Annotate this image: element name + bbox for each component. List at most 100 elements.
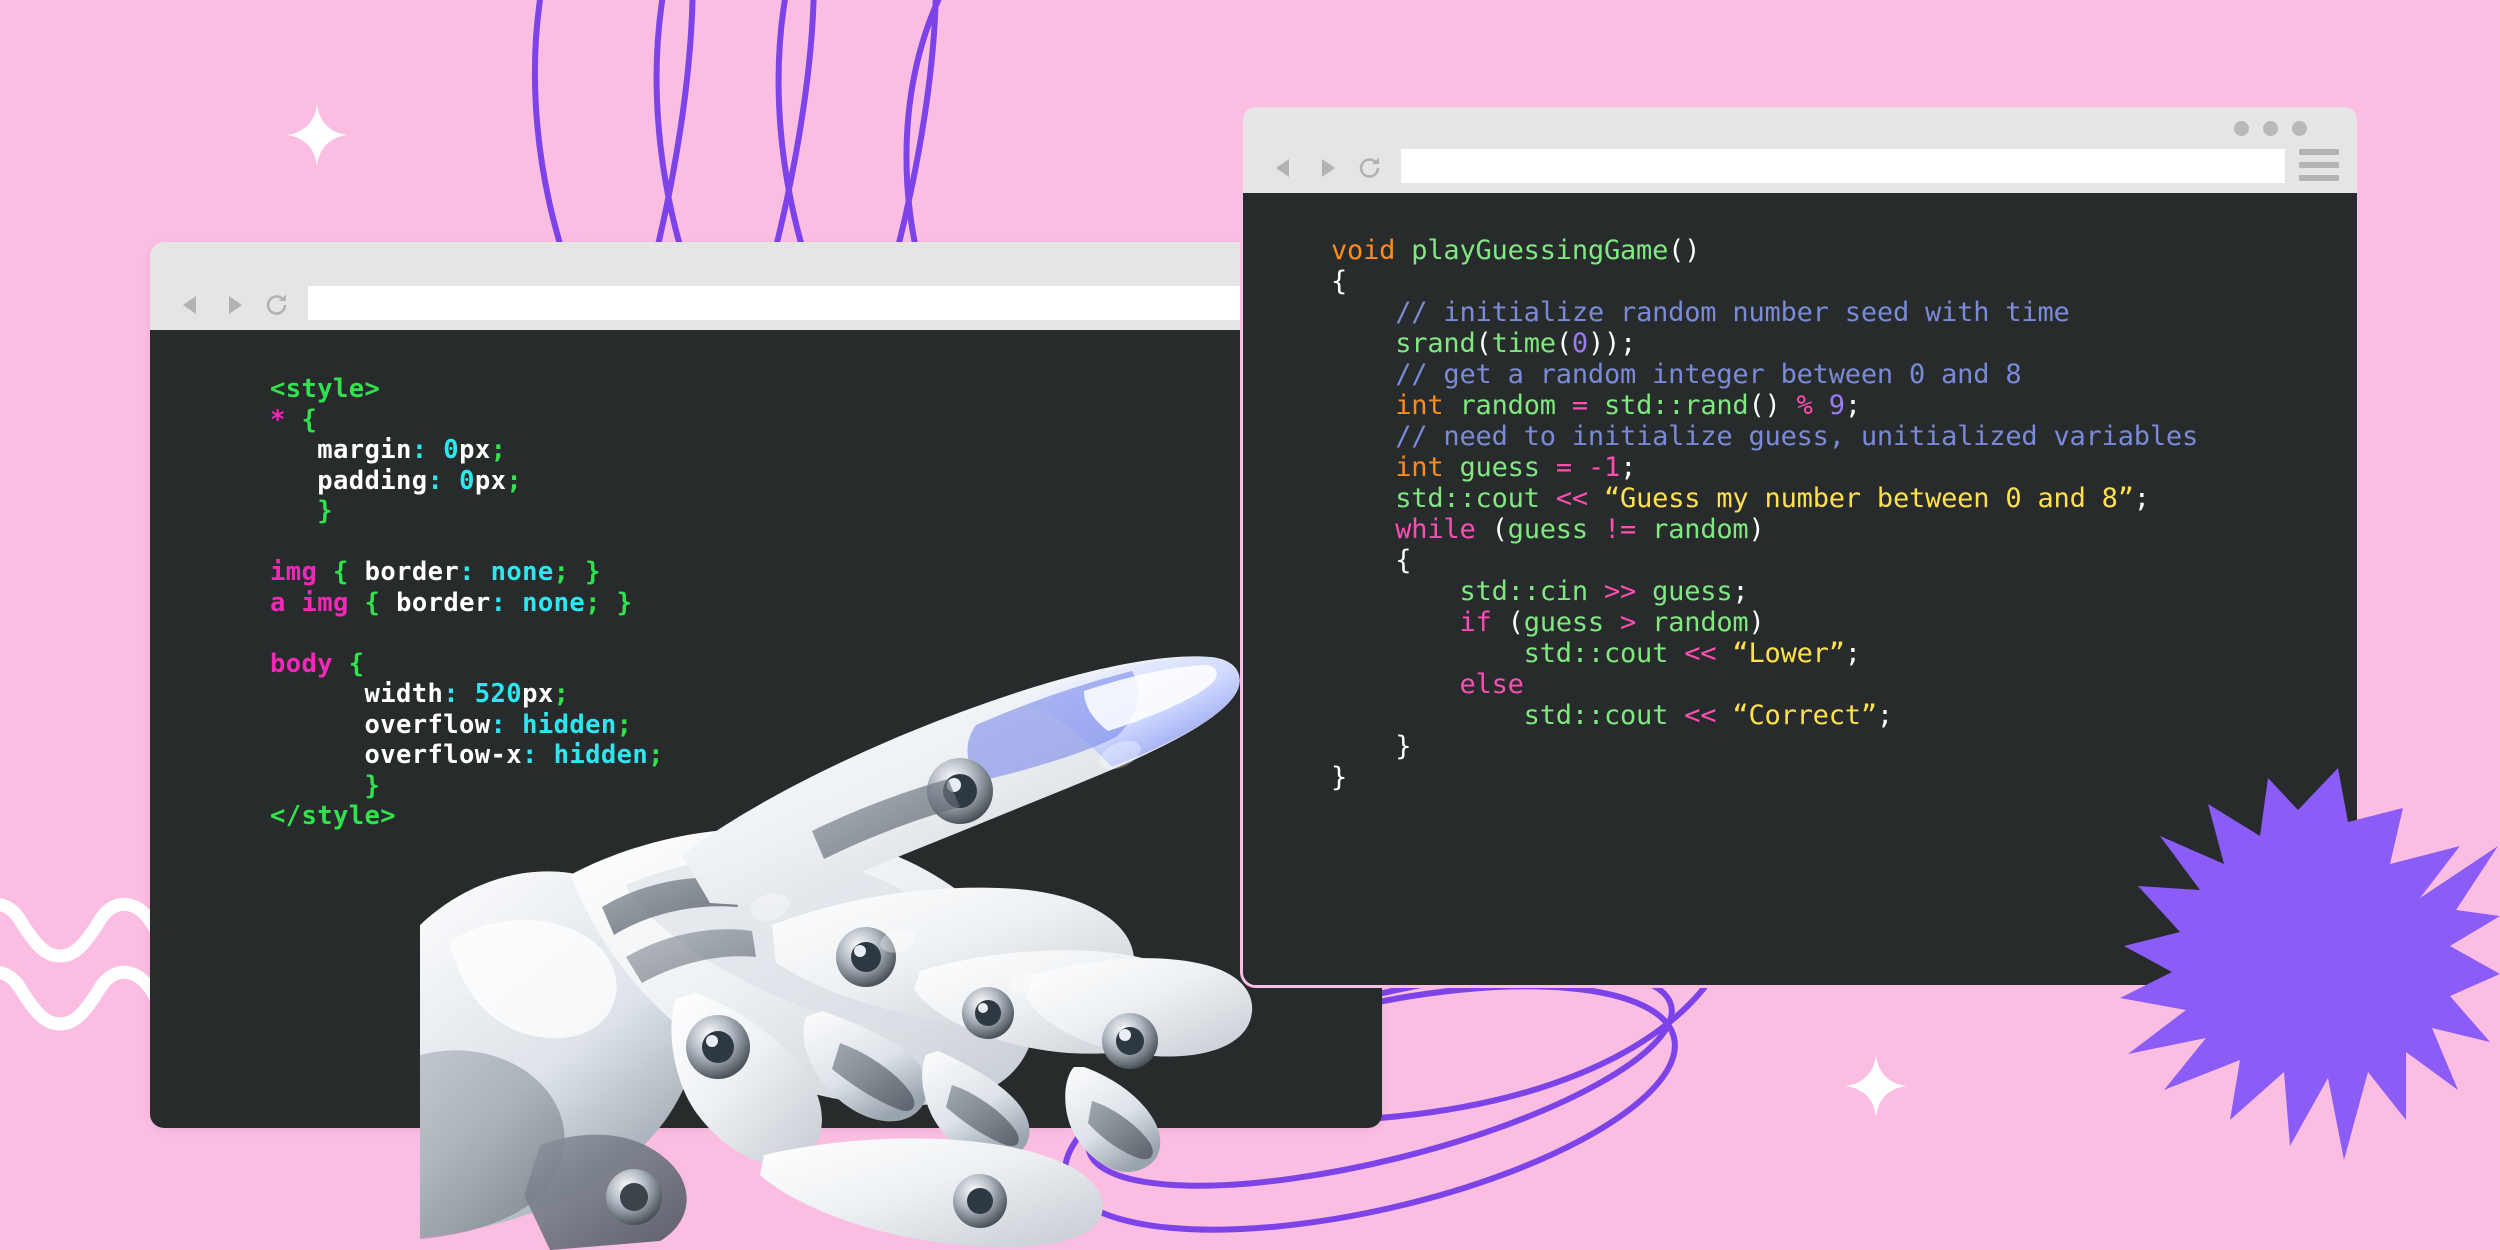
code-token: “Correct” xyxy=(1732,700,1877,731)
code-line: padding: 0px; xyxy=(270,466,522,496)
code-token: </style> xyxy=(270,801,397,831)
code-token: std::cout xyxy=(1523,638,1685,669)
code-token: void xyxy=(1331,235,1412,266)
code-line: { xyxy=(1331,266,1347,297)
code-line: </style> xyxy=(270,801,396,831)
code-token: } xyxy=(1331,762,1348,793)
code-token: hidden xyxy=(553,740,649,770)
code-token: px xyxy=(459,435,491,465)
code-token: none xyxy=(490,557,554,587)
forward-arrow-icon[interactable] xyxy=(1314,155,1340,181)
code-token: { xyxy=(1395,545,1412,576)
code-line: } xyxy=(1331,731,1411,762)
css-code-browser-window[interactable]: <style> * { margin: 0px; padding: 0px; }… xyxy=(150,242,1382,1128)
code-line: a img { border: none; } xyxy=(270,588,632,618)
code-token: guess xyxy=(1459,452,1556,483)
code-line: // get a random integer between 0 and 8 xyxy=(1331,359,2021,390)
code-token: () xyxy=(1668,235,1701,266)
code-token: px xyxy=(522,679,554,709)
code-token: << xyxy=(1684,638,1733,669)
code-token: 0 xyxy=(459,465,475,496)
code-token: { xyxy=(348,648,365,679)
forward-arrow-icon[interactable] xyxy=(221,292,247,318)
code-token: ; xyxy=(1844,390,1861,421)
code-token: ; xyxy=(648,740,664,770)
code-token: { xyxy=(1331,266,1348,297)
address-bar-right[interactable] xyxy=(1401,149,2285,183)
code-token: >> xyxy=(1603,576,1653,607)
code-token: ; xyxy=(553,679,570,709)
code-token: random xyxy=(1652,607,1749,638)
code-token: padding xyxy=(317,465,428,496)
maximize-dot[interactable] xyxy=(2263,121,2278,136)
code-token: hidden xyxy=(522,709,617,740)
code-token: ; xyxy=(506,465,523,496)
code-line: // need to initialize guess, unitialized… xyxy=(1331,421,2198,452)
code-token: img xyxy=(270,557,318,587)
code-token: guess xyxy=(1507,514,1604,545)
code-token: ; xyxy=(1732,576,1749,607)
code-token: ; xyxy=(553,557,570,587)
cpp-code-browser-window[interactable]: void playGuessingGame() { // initialize … xyxy=(1240,104,2360,988)
code-token: ) xyxy=(1748,514,1765,545)
code-token: { xyxy=(333,557,349,587)
code-token: << xyxy=(1555,483,1604,514)
cpp-code-block: void playGuessingGame() { // initialize … xyxy=(1331,235,2198,793)
code-token: { xyxy=(301,404,318,435)
minimize-dot[interactable] xyxy=(2234,121,2249,136)
code-token: border xyxy=(396,587,491,618)
code-token: -1 xyxy=(1587,452,1621,483)
code-line: <style> xyxy=(270,374,380,404)
code-editor-right: void playGuessingGame() { // initialize … xyxy=(1243,193,2357,985)
code-token: time xyxy=(1491,328,1556,359)
code-token: : xyxy=(411,435,444,465)
code-token: “Lower” xyxy=(1732,638,1845,669)
code-token: } xyxy=(1395,731,1412,762)
browser-chrome-bar-right xyxy=(1243,107,2357,193)
reload-icon[interactable] xyxy=(1357,155,1383,181)
browser-chrome-bar-left xyxy=(150,242,1382,330)
code-line: srand(time(0)); xyxy=(1331,328,1636,359)
code-token: std::cout xyxy=(1395,483,1556,514)
code-token: srand xyxy=(1395,328,1476,359)
code-token: > xyxy=(1620,607,1653,638)
code-token: random xyxy=(1652,514,1749,545)
screenshot-canvas: <style> * { margin: 0px; padding: 0px; }… xyxy=(0,0,2500,1250)
back-arrow-icon[interactable] xyxy=(1271,155,1297,181)
code-token: none xyxy=(522,587,586,618)
code-line: } xyxy=(1331,762,1347,793)
close-dot[interactable] xyxy=(2292,121,2307,136)
code-line: } xyxy=(270,771,380,801)
code-token: std::rand xyxy=(1603,390,1749,421)
code-token: ( xyxy=(1507,607,1524,638)
code-line: int random = std::rand() % 9; xyxy=(1331,390,1861,421)
code-token: 9 xyxy=(1828,390,1845,421)
code-token: ; xyxy=(1620,452,1637,483)
code-token: : xyxy=(443,679,475,709)
code-token: // need to initialize guess, unitialized… xyxy=(1395,421,2199,452)
code-token: // get a random integer between 0 and 8 xyxy=(1395,359,2022,390)
code-token: overflow-x xyxy=(364,740,523,770)
code-token: << xyxy=(1684,700,1733,731)
code-token: else xyxy=(1459,669,1524,700)
code-token: guess xyxy=(1523,607,1621,638)
sparkle-star-bottom-icon xyxy=(1845,1055,1907,1117)
css-code-block: <style> * { margin: 0px; padding: 0px; }… xyxy=(270,374,664,832)
back-arrow-icon[interactable] xyxy=(178,292,204,318)
navigation-controls-left xyxy=(150,292,290,320)
reload-icon[interactable] xyxy=(264,292,290,318)
code-token: : xyxy=(522,740,554,770)
code-token: random xyxy=(1459,390,1572,421)
code-token: ( xyxy=(1475,328,1492,359)
code-line: int guess = -1; xyxy=(1331,452,1636,483)
code-token: = xyxy=(1555,452,1588,483)
hamburger-line xyxy=(2299,175,2339,181)
address-bar-left[interactable] xyxy=(308,286,1382,320)
hamburger-menu-icon[interactable] xyxy=(2299,149,2339,181)
code-token: ) xyxy=(1748,607,1765,638)
code-line: if (guess > random) xyxy=(1331,607,1765,638)
code-token: px xyxy=(474,465,507,496)
window-control-dots[interactable] xyxy=(2234,121,2307,136)
code-token: ; xyxy=(2133,483,2150,514)
